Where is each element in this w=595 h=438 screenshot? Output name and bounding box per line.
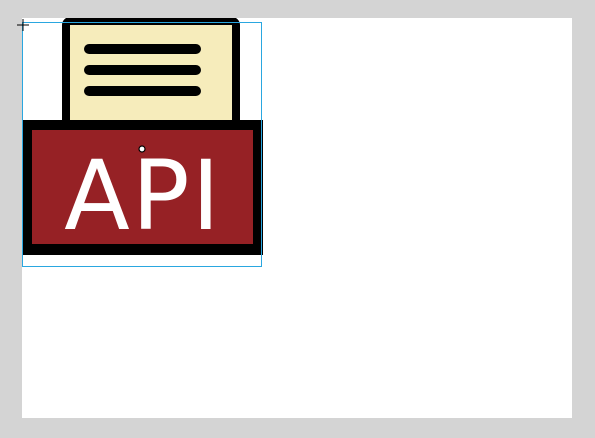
center-point-handle[interactable] <box>138 138 146 153</box>
canvas-workspace: API <box>0 0 595 438</box>
crosshair-icon <box>17 16 29 31</box>
